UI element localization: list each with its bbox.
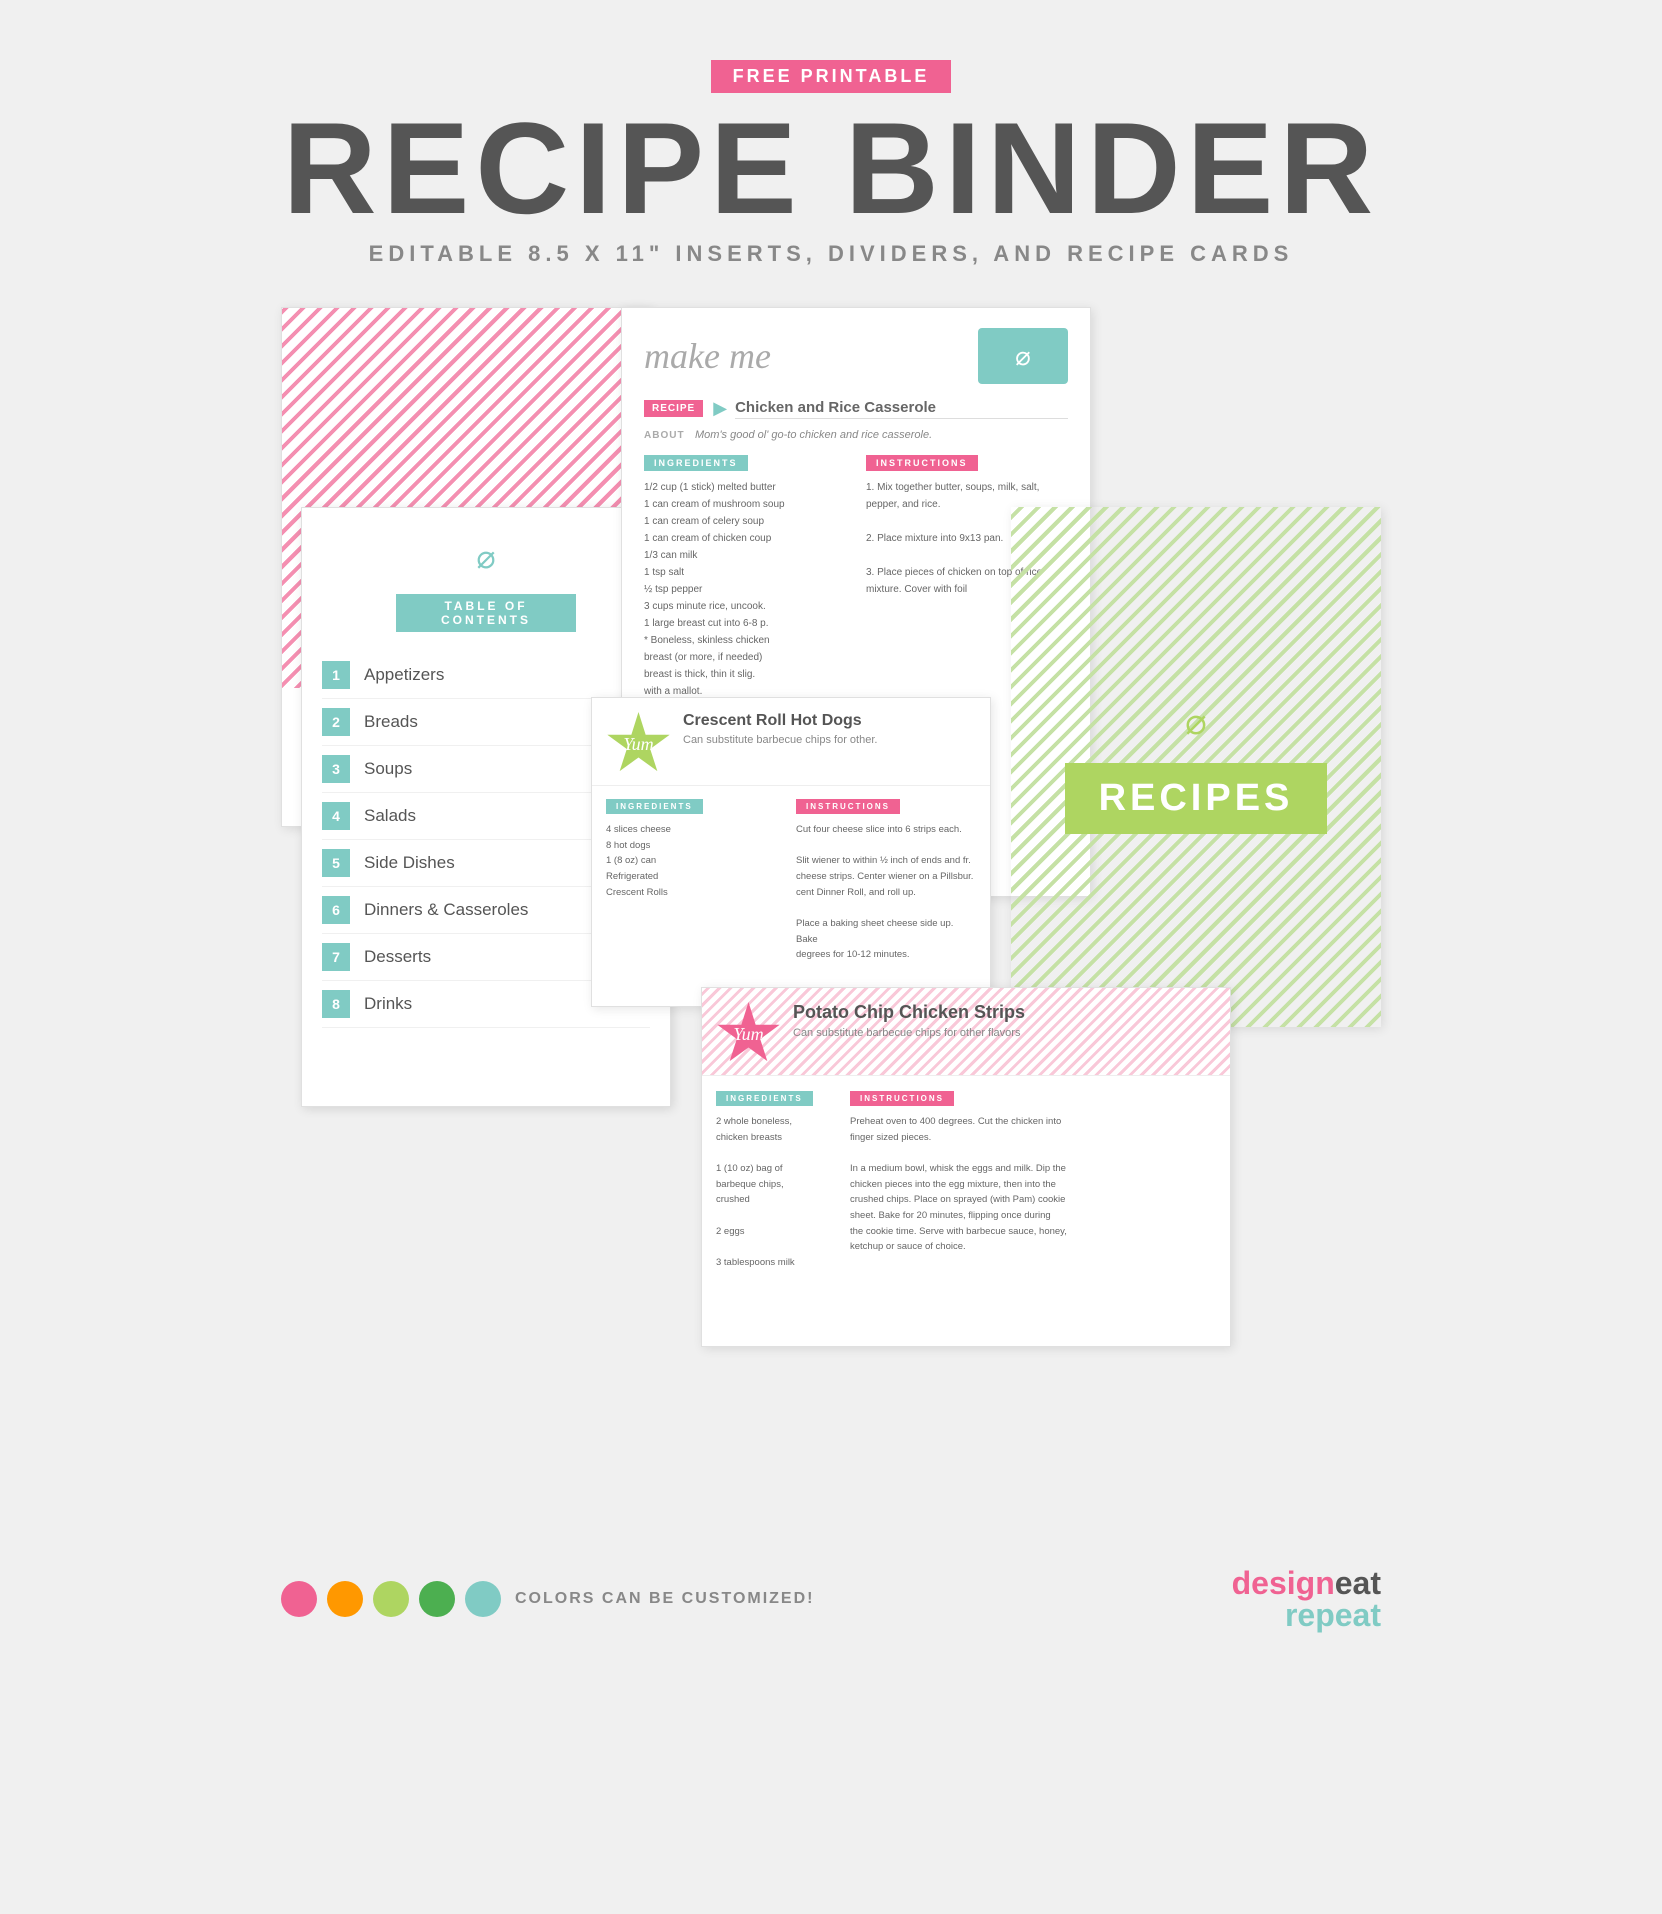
crescent-ingredients-col: INGREDIENTS 4 slices cheese 8 hot dogs 1…: [606, 796, 786, 963]
potato-body: INGREDIENTS 2 whole boneless, chicken br…: [702, 1076, 1230, 1283]
brand-logo: designeat repeat: [1232, 1567, 1381, 1631]
instructions-header: INSTRUCTIONS: [866, 455, 978, 471]
toc-label-3: Soups: [364, 759, 412, 779]
footer-left: COLORS CAN BE CUSTOMIZED!: [281, 1581, 814, 1617]
recipe-two-col: INGREDIENTS 1/2 cup (1 stick) melted but…: [644, 453, 1068, 700]
ingredients-header: INGREDIENTS: [644, 455, 748, 471]
subtitle: EDITABLE 8.5 x 11" INSERTS, DIVIDERS, AN…: [283, 241, 1379, 267]
toc-label-5: Side Dishes: [364, 853, 455, 873]
recipe-about-text: Mom's good ol' go-to chicken and rice ca…: [695, 429, 932, 441]
brand-line1: designeat: [1232, 1567, 1381, 1599]
green-cover: ⌀ RECIPES: [1011, 507, 1381, 1027]
crescent-instructions: Cut four cheese slice into 6 strips each…: [796, 822, 976, 963]
whisk-icon-white: ⌀: [1015, 341, 1031, 372]
crescent-instructions-col: INSTRUCTIONS Cut four cheese slice into …: [796, 796, 976, 963]
potato-title-area: Potato Chip Chicken Strips Can substitut…: [793, 1002, 1025, 1039]
potato-title: Potato Chip Chicken Strips: [793, 1002, 1025, 1023]
whisk-icon-green: ⌀: [1185, 701, 1207, 743]
toc-num-6: 6: [322, 896, 350, 924]
recipe-card-crescent: Yum Crescent Roll Hot Dogs Can substitut…: [591, 697, 991, 1007]
color-circle-darkgreen: [419, 1581, 455, 1617]
potato-ingredients: 2 whole boneless, chicken breasts 1 (10 …: [716, 1114, 836, 1271]
color-circle-orange: [327, 1581, 363, 1617]
footer: COLORS CAN BE CUSTOMIZED! designeat repe…: [281, 1567, 1381, 1631]
toc-num-3: 3: [322, 755, 350, 783]
recipe-header-row: make me ⌀: [644, 328, 1068, 384]
toc-num-1: 1: [322, 661, 350, 689]
free-printable-badge: FREE PRINTABLE: [711, 60, 952, 93]
recipe-row: RECIPE ▶ Chicken and Rice Casserole: [644, 398, 1068, 419]
potato-instructions-header: INSTRUCTIONS: [850, 1091, 954, 1106]
potato-instructions-col: INSTRUCTIONS Preheat oven to 400 degrees…: [850, 1088, 1216, 1271]
about-label: ABOUT: [644, 430, 685, 441]
recipe-badge-sm: RECIPE: [644, 400, 703, 417]
green-stripes: ⌀ RECIPES: [1011, 507, 1381, 1027]
teal-box: ⌀: [978, 328, 1068, 384]
crescent-ingredients: 4 slices cheese 8 hot dogs 1 (8 oz) can …: [606, 822, 786, 900]
toc-num-2: 2: [322, 708, 350, 736]
brand-repeat: repeat: [1285, 1597, 1381, 1633]
cards-container: LET'S MAKE Dinners & Casseroles ⌀ —— ⌀ T…: [281, 307, 1381, 1507]
toc-num-8: 8: [322, 990, 350, 1018]
toc-num-5: 5: [322, 849, 350, 877]
toc-label-1: Appetizers: [364, 665, 444, 685]
main-title: RECIPE BINDER: [283, 103, 1379, 233]
crescent-ingredients-header: INGREDIENTS: [606, 799, 703, 814]
brand-eat: eat: [1335, 1565, 1381, 1601]
color-circle-green: [373, 1581, 409, 1617]
toc-num-4: 4: [322, 802, 350, 830]
potato-ingredients-header: INGREDIENTS: [716, 1091, 813, 1106]
color-circle-teal: [465, 1581, 501, 1617]
recipe-about-row: ABOUT Mom's good ol' go-to chicken and r…: [644, 425, 1068, 443]
crescent-title-area: Crescent Roll Hot Dogs Can substitute ba…: [683, 712, 877, 746]
recipe-card-potato: Yum Potato Chip Chicken Strips Can subst…: [701, 987, 1231, 1347]
color-circle-pink: [281, 1581, 317, 1617]
yum-badge-crescent: Yum: [606, 712, 671, 777]
toc-num-7: 7: [322, 943, 350, 971]
crescent-body: INGREDIENTS 4 slices cheese 8 hot dogs 1…: [592, 786, 990, 973]
toc-label-7: Desserts: [364, 947, 431, 967]
potato-ingredients-col: INGREDIENTS 2 whole boneless, chicken br…: [716, 1088, 836, 1271]
crescent-title: Crescent Roll Hot Dogs: [683, 712, 877, 730]
recipes-badge: RECIPES: [1065, 763, 1328, 834]
crescent-sub: Can substitute barbecue chips for other.: [683, 734, 877, 746]
potato-header: Yum Potato Chip Chicken Strips Can subst…: [702, 988, 1230, 1076]
crescent-header: Yum Crescent Roll Hot Dogs Can substitut…: [592, 698, 990, 786]
recipe-name: Chicken and Rice Casserole: [735, 399, 1068, 419]
toc-label-6: Dinners & Casseroles: [364, 900, 528, 920]
brand-design: design: [1232, 1565, 1335, 1601]
crescent-instructions-header: INSTRUCTIONS: [796, 799, 900, 814]
color-circles: [281, 1581, 501, 1617]
make-me-text: make me: [644, 335, 771, 377]
yum-badge-potato: Yum: [716, 1002, 781, 1067]
ingredients-text: 1/2 cup (1 stick) melted butter 1 can cr…: [644, 479, 846, 700]
whisk-icon-teal: ⌀: [322, 538, 650, 576]
potato-sub: Can substitute barbecue chips for other …: [793, 1027, 1025, 1039]
toc-label-4: Salads: [364, 806, 416, 826]
colors-label: COLORS CAN BE CUSTOMIZED!: [515, 1590, 814, 1608]
toc-badge: TABLE OF CONTENTS: [396, 594, 576, 632]
toc-label-2: Breads: [364, 712, 418, 732]
ingredients-col: INGREDIENTS 1/2 cup (1 stick) melted but…: [644, 453, 846, 700]
potato-instructions: Preheat oven to 400 degrees. Cut the chi…: [850, 1114, 1216, 1255]
header: FREE PRINTABLE RECIPE BINDER EDITABLE 8.…: [283, 60, 1379, 267]
brand-line2: repeat: [1232, 1599, 1381, 1631]
toc-label-8: Drinks: [364, 994, 412, 1014]
toc-item-1: 1 Appetizers: [322, 652, 650, 699]
